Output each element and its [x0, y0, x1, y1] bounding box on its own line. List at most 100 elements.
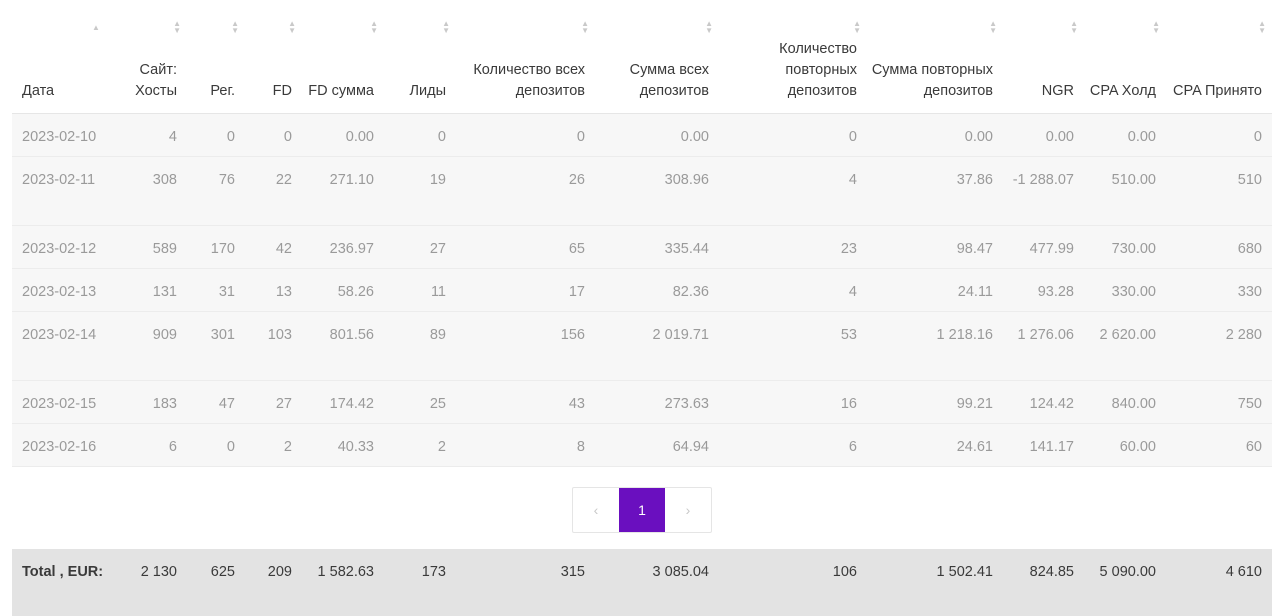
- column-header-fd-sum[interactable]: ▲ ▼ FD сумма: [302, 10, 384, 114]
- column-header-deposit-count[interactable]: ▲ ▼ Количество всех депозитов: [456, 10, 595, 114]
- table-cell: 131: [117, 268, 187, 312]
- column-header-repeat-count[interactable]: ▲ ▼ Количество повторных депозитов: [719, 10, 867, 114]
- table-cell: 4: [117, 113, 187, 157]
- sort-icon[interactable]: ▲ ▼: [1070, 20, 1078, 35]
- table-cell: 170: [187, 225, 245, 269]
- total-cell: 1 582.63: [302, 549, 384, 616]
- table-cell: 13: [245, 268, 302, 312]
- total-cell: 625: [187, 549, 245, 616]
- table-cell: 25: [384, 380, 456, 424]
- table-cell: 330: [1166, 268, 1272, 312]
- sort-icon[interactable]: ▲ ▼: [173, 20, 181, 35]
- cell-date: 2023-02-15: [12, 380, 117, 424]
- total-cell: 4 610: [1166, 549, 1272, 616]
- table-row: 2023-02-10 4 0 0 0.00 0 0 0.00 0 0.00 0.00 0.00 0: [12, 113, 1272, 157]
- table-cell: 26: [456, 156, 595, 226]
- table-cell: 58.26: [302, 268, 384, 312]
- column-header-leads[interactable]: ▲ ▼ Лиды: [384, 10, 456, 114]
- total-label: Total , EUR:: [12, 549, 117, 616]
- sort-icon[interactable]: ▲ ▼: [370, 20, 378, 35]
- column-header-cpa-hold[interactable]: ▲ ▼ CPA Холд: [1084, 10, 1166, 114]
- table-cell: 2 019.71: [595, 311, 719, 381]
- sort-icon[interactable]: ▲ ▼: [288, 20, 296, 35]
- table-cell: 510: [1166, 156, 1272, 226]
- table-cell: 2 620.00: [1084, 311, 1166, 381]
- total-cell: 3 085.04: [595, 549, 719, 616]
- table-row: 2023-02-15 183 47 27 174.42 25 43 273.63 16 99.21…: [12, 380, 1272, 424]
- total-cell: 315: [456, 549, 595, 616]
- table-cell: 47: [187, 380, 245, 424]
- cell-date: 2023-02-12: [12, 225, 117, 269]
- table-cell: 42: [245, 225, 302, 269]
- table-cell: 0: [719, 113, 867, 157]
- total-cell: 173: [384, 549, 456, 616]
- column-header-ngr[interactable]: ▲ ▼ NGR: [1003, 10, 1084, 114]
- table-cell: -1 288.07: [1003, 156, 1084, 226]
- column-header-fd[interactable]: ▲ ▼ FD: [245, 10, 302, 114]
- table-cell: 909: [117, 311, 187, 381]
- table-cell: 8: [456, 423, 595, 467]
- sort-icon[interactable]: ▲ ▼: [581, 20, 589, 35]
- cell-date: 2023-02-10: [12, 113, 117, 157]
- next-page-button[interactable]: ›: [665, 488, 711, 532]
- sort-icon[interactable]: ▲ ▼: [1152, 20, 1160, 35]
- table-cell: 6: [719, 423, 867, 467]
- cell-date: 2023-02-11: [12, 156, 117, 226]
- cell-date: 2023-02-13: [12, 268, 117, 312]
- table-cell: 0: [1166, 113, 1272, 157]
- table-cell: 0: [187, 423, 245, 467]
- table-cell: 0.00: [302, 113, 384, 157]
- table-cell: 680: [1166, 225, 1272, 269]
- table-cell: 0: [456, 113, 595, 157]
- cell-date: 2023-02-14: [12, 311, 117, 381]
- table-cell: 2: [245, 423, 302, 467]
- table-cell: 22: [245, 156, 302, 226]
- table-cell: 76: [187, 156, 245, 226]
- table-cell: 0: [384, 113, 456, 157]
- table-cell: 308.96: [595, 156, 719, 226]
- table-cell: 2: [384, 423, 456, 467]
- table-cell: 37.86: [867, 156, 1003, 226]
- table-cell: 27: [384, 225, 456, 269]
- table-cell: 27: [245, 380, 302, 424]
- column-header-hosts[interactable]: ▲ ▼ Сайт: Хосты: [117, 10, 187, 114]
- sort-icon[interactable]: ▲ ▼: [853, 20, 861, 35]
- table-cell: 1 218.16: [867, 311, 1003, 381]
- column-header-repeat-sum[interactable]: ▲ ▼ Сумма повторных депозитов: [867, 10, 1003, 114]
- total-row: Total , EUR: 2 130 625 209 1 582.63 173 315 3 0…: [12, 549, 1272, 616]
- sort-icon[interactable]: ▲ ▼: [442, 20, 450, 35]
- prev-page-button[interactable]: ‹: [573, 488, 619, 532]
- column-header-date[interactable]: ▲ Дата: [12, 10, 117, 114]
- table-cell: 273.63: [595, 380, 719, 424]
- table-cell: 0.00: [595, 113, 719, 157]
- table-cell: 730.00: [1084, 225, 1166, 269]
- sort-icon[interactable]: ▲ ▼: [989, 20, 997, 35]
- column-header-deposit-sum[interactable]: ▲ ▼ Сумма всех депозитов: [595, 10, 719, 114]
- total-cell: 106: [719, 549, 867, 616]
- table-cell: 60: [1166, 423, 1272, 467]
- total-cell: 5 090.00: [1084, 549, 1166, 616]
- table-row: 2023-02-13 131 31 13 58.26 11 17 82.36 4 24.11 93.…: [12, 268, 1272, 312]
- sort-icon[interactable]: ▲ ▼: [1258, 20, 1266, 35]
- table-cell: 0.00: [867, 113, 1003, 157]
- page-button-current[interactable]: 1: [619, 488, 665, 532]
- table-cell: 330.00: [1084, 268, 1166, 312]
- pagination: ‹ 1 ›: [572, 487, 712, 533]
- table-cell: 40.33: [302, 423, 384, 467]
- table-cell: 141.17: [1003, 423, 1084, 467]
- column-header-cpa-accepted[interactable]: ▲ ▼ CPA Принято: [1166, 10, 1272, 114]
- table-row: 2023-02-16 6 0 2 40.33 2 8 64.94 6 24.61 141.17 60.…: [12, 423, 1272, 467]
- table-cell: 24.11: [867, 268, 1003, 312]
- sort-icon[interactable]: ▲ ▼: [705, 20, 713, 35]
- report-table-container: ▲ Дата ▲ ▼ Сайт: Хосты ▲ ▼ Рег. ▲ ▼ FD ▲ ▼ FD сум…: [12, 10, 1272, 616]
- table-cell: 16: [719, 380, 867, 424]
- table-cell: 301: [187, 311, 245, 381]
- table-cell: 156: [456, 311, 595, 381]
- sort-icon[interactable]: ▲ ▼: [231, 20, 239, 35]
- table-cell: 510.00: [1084, 156, 1166, 226]
- table-cell: 2 280: [1166, 311, 1272, 381]
- report-table: ▲ Дата ▲ ▼ Сайт: Хосты ▲ ▼ Рег. ▲ ▼ FD ▲ ▼ FD сум…: [12, 10, 1272, 616]
- table-cell: 183: [117, 380, 187, 424]
- sort-asc-icon[interactable]: ▲: [92, 24, 100, 32]
- column-header-reg[interactable]: ▲ ▼ Рег.: [187, 10, 245, 114]
